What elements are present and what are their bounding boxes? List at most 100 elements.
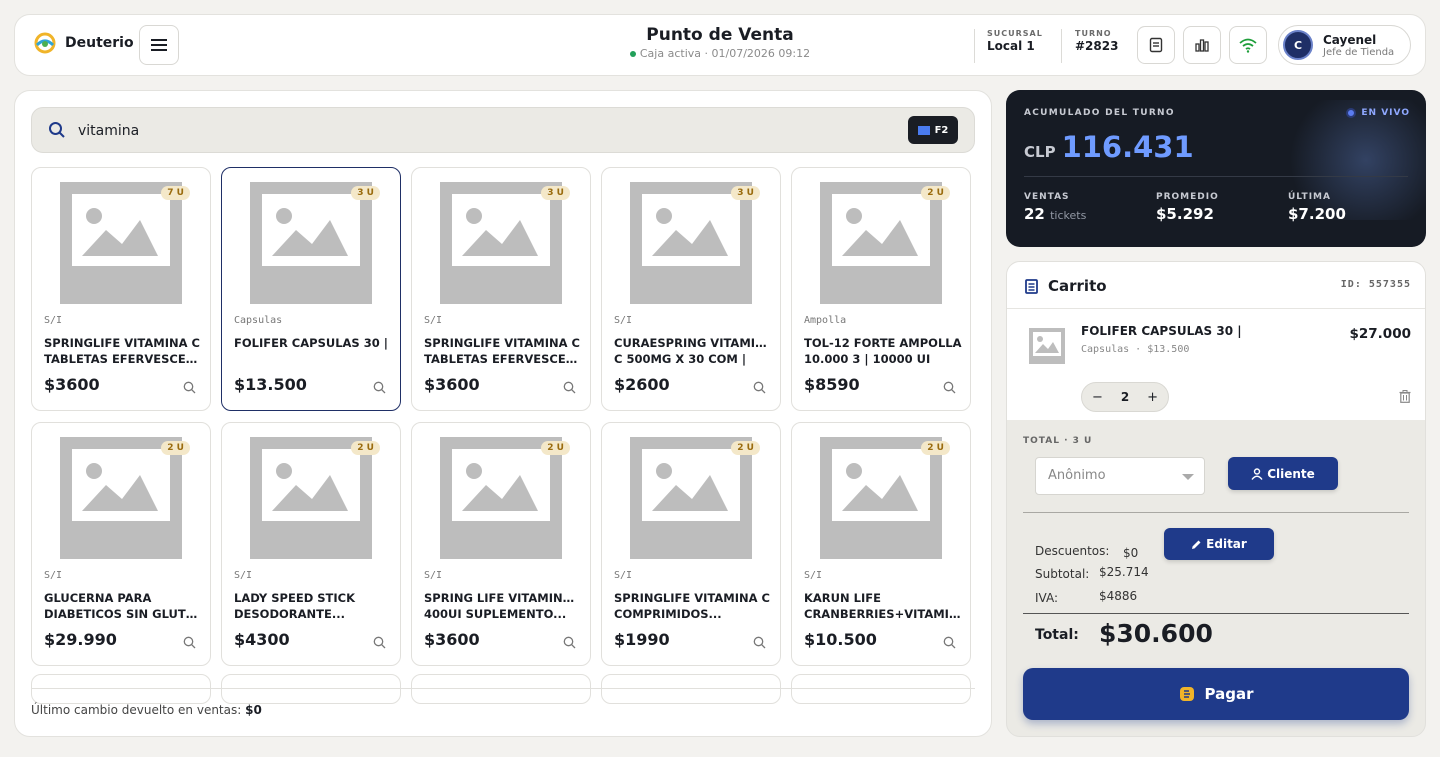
search-icon[interactable]	[373, 379, 386, 398]
stock-badge: 3 U	[541, 186, 570, 200]
product-card[interactable]: 3 U S/I CURAESPRING VITAMINA C 500MG X 30 C…	[601, 167, 781, 411]
product-category: S/I	[234, 570, 253, 581]
register-status: Caja activa · 01/07/2026 09:12	[575, 47, 865, 60]
cart-item-total: $27.000	[1349, 326, 1412, 342]
product-card[interactable]: 3 U S/I SPRINGLIFE VITAMINA C TABLETAS EFER…	[411, 167, 591, 411]
product-card[interactable]: 2 U S/I SPRINGLIFE VITAMINA C COMPRIMIDOS..…	[601, 422, 781, 666]
product-category: S/I	[44, 570, 63, 581]
cart-total-units: TOTAL · 3 U	[1023, 436, 1093, 446]
trash-icon[interactable]	[1399, 390, 1411, 403]
product-price: $1990	[614, 630, 670, 649]
search-icon[interactable]	[183, 379, 196, 398]
stock-badge: 7 U	[161, 186, 190, 200]
wallet-icon	[1179, 687, 1194, 701]
pencil-icon	[1192, 540, 1201, 549]
product-price: $2600	[614, 375, 670, 394]
bar-chart-icon	[1195, 39, 1209, 52]
product-price: $10.500	[804, 630, 877, 649]
wifi-icon	[1239, 38, 1257, 53]
client-button[interactable]: Cliente	[1228, 457, 1338, 490]
search-icon[interactable]	[753, 379, 766, 398]
product-category: S/I	[614, 315, 633, 326]
stock-badge: 2 U	[351, 441, 380, 455]
product-card[interactable]: 3 U Capsulas FOLIFER CAPSULAS 30 | $13.500	[221, 167, 401, 411]
search-input[interactable]	[78, 118, 878, 144]
live-indicator: EN VIVO	[1346, 108, 1410, 118]
cart-item-image	[1027, 326, 1067, 366]
product-image	[440, 182, 562, 304]
product-card-peek	[791, 674, 971, 704]
product-name: KARUN LIFE CRANBERRIES+VITAMIN...	[804, 591, 962, 621]
product-name: CURAESPRING VITAMINA C 500MG X 30 COM |	[614, 336, 772, 366]
product-name: GLUCERNA PARA DIABETICOS SIN GLUTEN...	[44, 591, 202, 621]
plus-icon[interactable]: +	[1147, 390, 1158, 405]
pay-button[interactable]: Pagar	[1023, 668, 1409, 720]
shift-summary-card: ACUMULADO DEL TURNO EN VIVO CLP 116.431 …	[1006, 90, 1426, 247]
hamburger-icon	[151, 39, 167, 51]
product-image	[60, 182, 182, 304]
stock-badge: 2 U	[921, 441, 950, 455]
product-card[interactable]: 2 U S/I KARUN LIFE CRANBERRIES+VITAMIN... $1…	[791, 422, 971, 666]
search-icon[interactable]	[373, 634, 386, 653]
average-ticket: PROMEDIO $5.292	[1156, 192, 1219, 223]
iva-label: IVA:	[1035, 591, 1059, 605]
product-price: $3600	[44, 375, 100, 394]
discounts-label: Descuentos:	[1035, 544, 1110, 558]
stock-badge: 3 U	[351, 186, 380, 200]
discounts-value: $0	[1123, 546, 1139, 560]
search-icon[interactable]	[563, 379, 576, 398]
chevron-down-icon	[1182, 474, 1194, 480]
user-menu[interactable]: C Cayenel Jefe de Tienda	[1278, 25, 1411, 65]
product-name: SPRING LIFE VITAMINA E 400UI SUPLEMENTO..…	[424, 591, 582, 621]
cart-panel: Carrito ID: 557355 FOLIFER CAPSULAS 30 |…	[1006, 261, 1426, 737]
page-title: Punto de Venta	[646, 25, 794, 45]
avatar: C	[1283, 30, 1313, 60]
branch-info: SUCURSAL Local 1	[987, 29, 1043, 53]
cart-id: ID: 557355	[1340, 279, 1411, 290]
cart-item-meta: Capsulas · $13.500	[1081, 344, 1190, 355]
search-icon	[49, 122, 65, 138]
product-name: SPRINGLIFE VITAMINA C TABLETAS EFERVESCEN…	[424, 336, 582, 366]
product-card[interactable]: 7 U S/I SPRINGLIFE VITAMINA C TABLETAS EFER…	[31, 167, 211, 411]
minus-icon[interactable]: −	[1092, 390, 1103, 405]
product-category: S/I	[424, 315, 443, 326]
connection-button[interactable]	[1229, 26, 1267, 64]
divider	[974, 29, 975, 63]
product-image	[250, 182, 372, 304]
stock-badge: 2 U	[731, 441, 760, 455]
shift-label: ACUMULADO DEL TURNO	[1024, 108, 1175, 118]
shift-amount: CLP 116.431	[1024, 130, 1194, 164]
search-bar[interactable]: F2	[31, 107, 975, 153]
search-icon[interactable]	[563, 634, 576, 653]
search-icon[interactable]	[943, 634, 956, 653]
product-card-peek	[601, 674, 781, 704]
product-category: S/I	[804, 570, 823, 581]
search-icon[interactable]	[183, 634, 196, 653]
receipt-button[interactable]	[1137, 26, 1175, 64]
product-card[interactable]: 2 U Ampolla TOL-12 FORTE AMPOLLA 10.000 3 |…	[791, 167, 971, 411]
product-price: $3600	[424, 375, 480, 394]
quantity-value: 2	[1120, 390, 1130, 404]
edit-discount-button[interactable]: Editar	[1164, 528, 1274, 560]
product-card[interactable]: 2 U S/I LADY SPEED STICK DESODORANTE... $430…	[221, 422, 401, 666]
product-card[interactable]: 2 U S/I SPRING LIFE VITAMINA E 400UI SUPLEM…	[411, 422, 591, 666]
divider	[1061, 29, 1062, 63]
grand-total-label: Total:	[1035, 627, 1079, 643]
quantity-stepper[interactable]: − 2 +	[1081, 382, 1169, 412]
brand[interactable]: Deuterio	[33, 31, 134, 55]
client-select[interactable]: Anônimo	[1035, 457, 1205, 495]
product-card[interactable]: 2 U S/I GLUCERNA PARA DIABETICOS SIN GLUTEN…	[31, 422, 211, 666]
cart-list-icon	[1025, 278, 1038, 294]
user-name: Cayenel	[1323, 32, 1377, 47]
product-category: S/I	[614, 570, 633, 581]
reports-button[interactable]	[1183, 26, 1221, 64]
search-icon[interactable]	[943, 379, 956, 398]
menu-button[interactable]	[139, 25, 179, 65]
shift-info: TURNO #2823	[1075, 29, 1119, 53]
keyboard-icon	[917, 125, 930, 135]
search-icon[interactable]	[753, 634, 766, 653]
grand-total-value: $30.600	[1099, 619, 1213, 648]
product-price: $8590	[804, 375, 860, 394]
product-category: S/I	[44, 315, 63, 326]
cart-item-name: FOLIFER CAPSULAS 30 |	[1081, 324, 1242, 338]
